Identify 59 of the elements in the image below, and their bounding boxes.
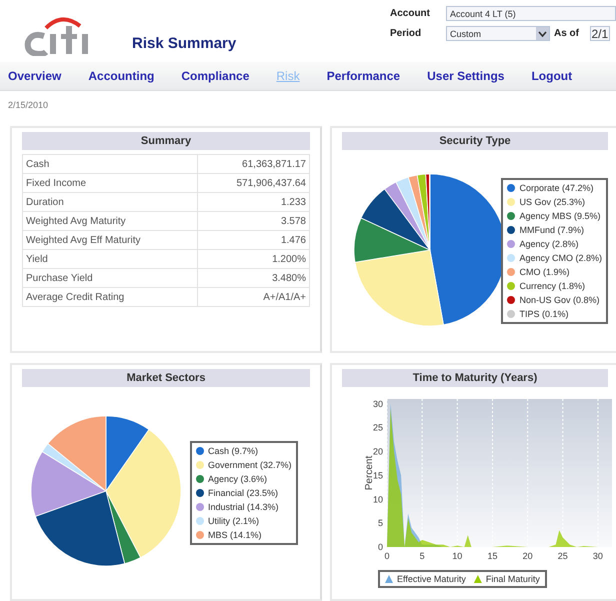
legend-label: Utility (2.1%) [208, 516, 260, 526]
date-text: 2/15/2010 [8, 100, 50, 112]
field-label: Account [390, 8, 431, 19]
y-tick-label: 5 [378, 518, 383, 528]
table-cell: 1.200% [198, 250, 310, 268]
x-tick-label: 10 [452, 551, 462, 561]
page-title: Risk Summary [132, 35, 236, 52]
y-tick-label: 30 [372, 398, 383, 409]
legend-label: Financial (23.5%) [208, 488, 278, 498]
legend-label: CMO (1.9%) [519, 267, 570, 277]
y-axis-label: Percent [364, 456, 375, 490]
y-tick-label: 25 [372, 422, 383, 433]
legend-label: MMFund (7.9%) [519, 225, 584, 235]
legend-label: Government (32.7%) [208, 460, 292, 470]
table-cell: Cash [22, 154, 198, 174]
table-cell: 1.476 [198, 230, 310, 250]
field-label: Period [390, 28, 422, 39]
x-tick-label: 0 [384, 551, 390, 561]
legend-label: Industrial (14.3%) [208, 502, 279, 512]
panel-title: Security Type [342, 132, 608, 150]
table-cell: Purchase Yield [22, 268, 198, 288]
legend-label: Currency (1.8%) [519, 281, 585, 291]
legend-label: Agency MBS (9.5%) [519, 211, 600, 221]
legend-label: Cash (9.7%) [208, 446, 258, 456]
panel-title: Summary [22, 132, 310, 150]
y-tick-label: 0 [378, 542, 383, 552]
table-cell: 571,906,437.64 [198, 174, 310, 192]
field-label: As of [554, 28, 580, 39]
table-cell: Weighted Avg Eff Maturity [22, 230, 198, 250]
y-tick-label: 10 [372, 494, 383, 504]
x-tick-label: 20 [522, 551, 533, 561]
legend-label: Effective Maturity [397, 574, 466, 584]
table-cell: Weighted Avg Maturity [22, 212, 198, 230]
legend-label: TIPS (0.1%) [519, 309, 568, 319]
table-cell: Yield [22, 250, 198, 268]
legend-label: Corporate (47.2%) [519, 183, 594, 193]
table-cell: A+/A1/A+ [198, 288, 310, 306]
x-tick-label: 30 [592, 551, 603, 561]
table-cell: Fixed Income [22, 174, 198, 192]
x-tick-label: 15 [487, 551, 498, 561]
table-cell: 3.578 [198, 212, 310, 230]
legend-label: US Gov (25.3%) [519, 197, 585, 207]
table-cell: Duration [22, 192, 198, 212]
legend-label: Agency CMO (2.8%) [519, 253, 602, 263]
x-tick-label: 5 [420, 551, 425, 561]
panel-title: Time to Maturity (Years) [342, 369, 608, 387]
legend-label: Agency (2.8%) [519, 239, 578, 249]
panel-title: Market Sectors [22, 369, 310, 387]
y-tick-label: 15 [372, 470, 383, 480]
legend-label: MBS (14.1%) [208, 530, 262, 540]
table-cell: Average Credit Rating [22, 288, 198, 306]
table-cell: 3.480% [198, 268, 310, 288]
table-cell: 1.233 [198, 192, 310, 212]
legend-label: Non-US Gov (0.8%) [519, 295, 600, 305]
y-tick-label: 20 [372, 446, 383, 457]
x-tick-label: 25 [558, 551, 568, 561]
legend-label: Agency (3.6%) [208, 474, 268, 484]
table-cell: 61,363,871.17 [198, 154, 310, 174]
legend-label: Final Maturity [486, 574, 540, 584]
